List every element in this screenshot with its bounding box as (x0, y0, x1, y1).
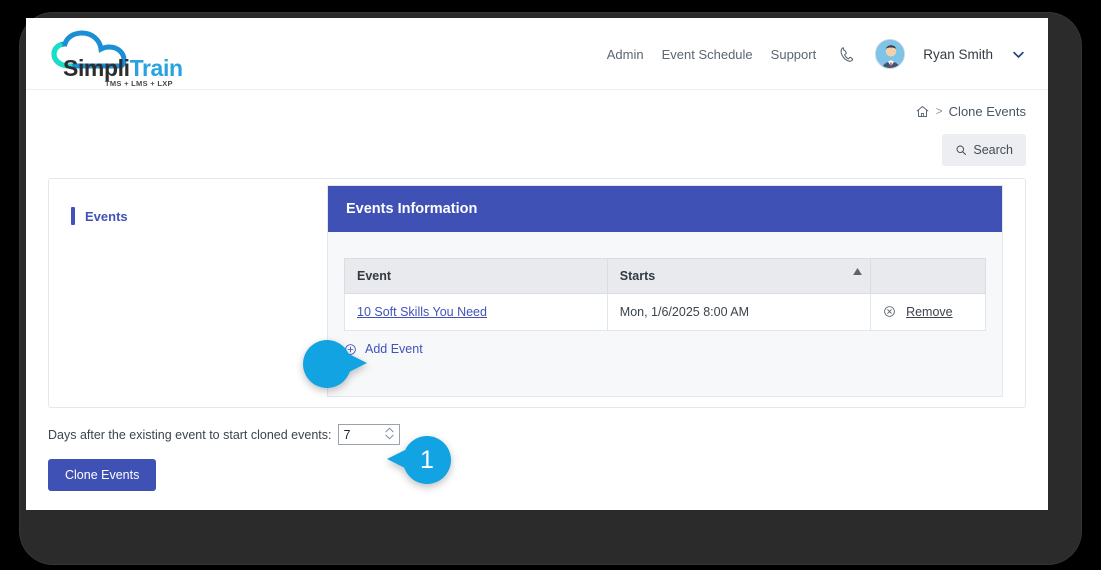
breadcrumb-current: Clone Events (949, 104, 1026, 119)
nav-link-admin[interactable]: Admin (607, 47, 644, 62)
events-table: Event Starts (344, 258, 986, 331)
sort-ascending-icon (853, 268, 862, 275)
days-offset-stepper[interactable] (338, 424, 400, 445)
chevron-down-icon[interactable] (1011, 47, 1026, 62)
user-avatar-icon (876, 40, 905, 69)
days-offset-label: Days after the existing event to start c… (48, 428, 331, 442)
browser-viewport: SimpliTrain TMS + LMS + LXP Admin Event … (26, 18, 1048, 510)
top-navigation: Admin Event Schedule Support (607, 18, 1026, 90)
events-table-head: Event Starts (345, 259, 986, 294)
callout-tail-left (387, 450, 405, 468)
section-accent-bar (71, 207, 75, 225)
nav-link-event-schedule[interactable]: Event Schedule (662, 47, 753, 62)
sidebar-item-events[interactable]: Events (71, 207, 327, 225)
stepper-icon[interactable] (385, 427, 394, 440)
clone-events-button[interactable]: Clone Events (48, 459, 156, 491)
nav-link-support[interactable]: Support (771, 47, 817, 62)
column-header-event[interactable]: Event (345, 259, 608, 294)
event-name-link[interactable]: 10 Soft Skills You Need (357, 305, 487, 319)
remove-link[interactable]: Remove (906, 305, 953, 319)
brand-name-part2: Train (130, 55, 183, 81)
add-event-link[interactable]: Add Event (365, 342, 423, 356)
column-header-starts-label: Starts (620, 269, 655, 283)
days-offset-row: Days after the existing event to start c… (48, 424, 1026, 445)
callout-bubble-2: 1 (403, 436, 451, 484)
events-information-title: Events Information (328, 186, 1002, 232)
cell-actions: Remove (870, 294, 985, 331)
events-info-pane: Events Information Event Sta (327, 179, 1025, 407)
page-body: > Clone Events Search Events (26, 90, 1048, 510)
brand-name-part1: Simpli (63, 55, 130, 81)
main-content-card: Events Events Information Event (48, 178, 1026, 408)
brand-logo[interactable]: SimpliTrain TMS + LMS + LXP (48, 30, 178, 88)
breadcrumb: > Clone Events (48, 90, 1026, 132)
search-button-label: Search (973, 143, 1013, 157)
events-sidebar: Events (49, 179, 327, 407)
phone-icon[interactable] (838, 45, 857, 64)
sidebar-item-label: Events (85, 209, 128, 224)
events-table-body: 10 Soft Skills You Need Mon, 1/6/2025 8:… (345, 294, 986, 331)
search-icon (955, 144, 967, 156)
table-row: 10 Soft Skills You Need Mon, 1/6/2025 8:… (345, 294, 986, 331)
table-header-row: Event Starts (345, 259, 986, 294)
callout-tail-right (349, 354, 367, 372)
brand-wordmark: SimpliTrain (63, 55, 183, 82)
callout-marker-2: 1 (403, 436, 451, 484)
days-offset-input[interactable] (339, 425, 379, 444)
add-event-row: Add Event (328, 331, 1002, 356)
user-name-label: Ryan Smith (923, 47, 993, 62)
cell-event: 10 Soft Skills You Need (345, 294, 608, 331)
callout-marker-1 (303, 340, 351, 388)
device-frame: SimpliTrain TMS + LMS + LXP Admin Event … (19, 12, 1082, 565)
brand-tagline: TMS + LMS + LXP (105, 79, 173, 88)
events-information-card: Events Information Event Sta (327, 185, 1003, 397)
site-header: SimpliTrain TMS + LMS + LXP Admin Event … (26, 18, 1048, 90)
cell-starts: Mon, 1/6/2025 8:00 AM (607, 294, 870, 331)
column-header-actions (870, 259, 985, 294)
stepper-up-icon[interactable] (385, 427, 394, 433)
avatar[interactable] (875, 39, 905, 69)
column-header-starts[interactable]: Starts (607, 259, 870, 294)
stepper-down-icon[interactable] (385, 434, 394, 440)
search-button[interactable]: Search (942, 134, 1026, 166)
search-row: Search (48, 134, 1026, 166)
remove-circle-icon[interactable] (883, 305, 896, 318)
breadcrumb-separator: > (936, 104, 943, 118)
column-header-event-label: Event (357, 269, 391, 283)
callout-bubble-1 (303, 340, 351, 388)
events-table-wrap: Event Starts (328, 232, 1002, 331)
home-icon[interactable] (915, 104, 930, 119)
